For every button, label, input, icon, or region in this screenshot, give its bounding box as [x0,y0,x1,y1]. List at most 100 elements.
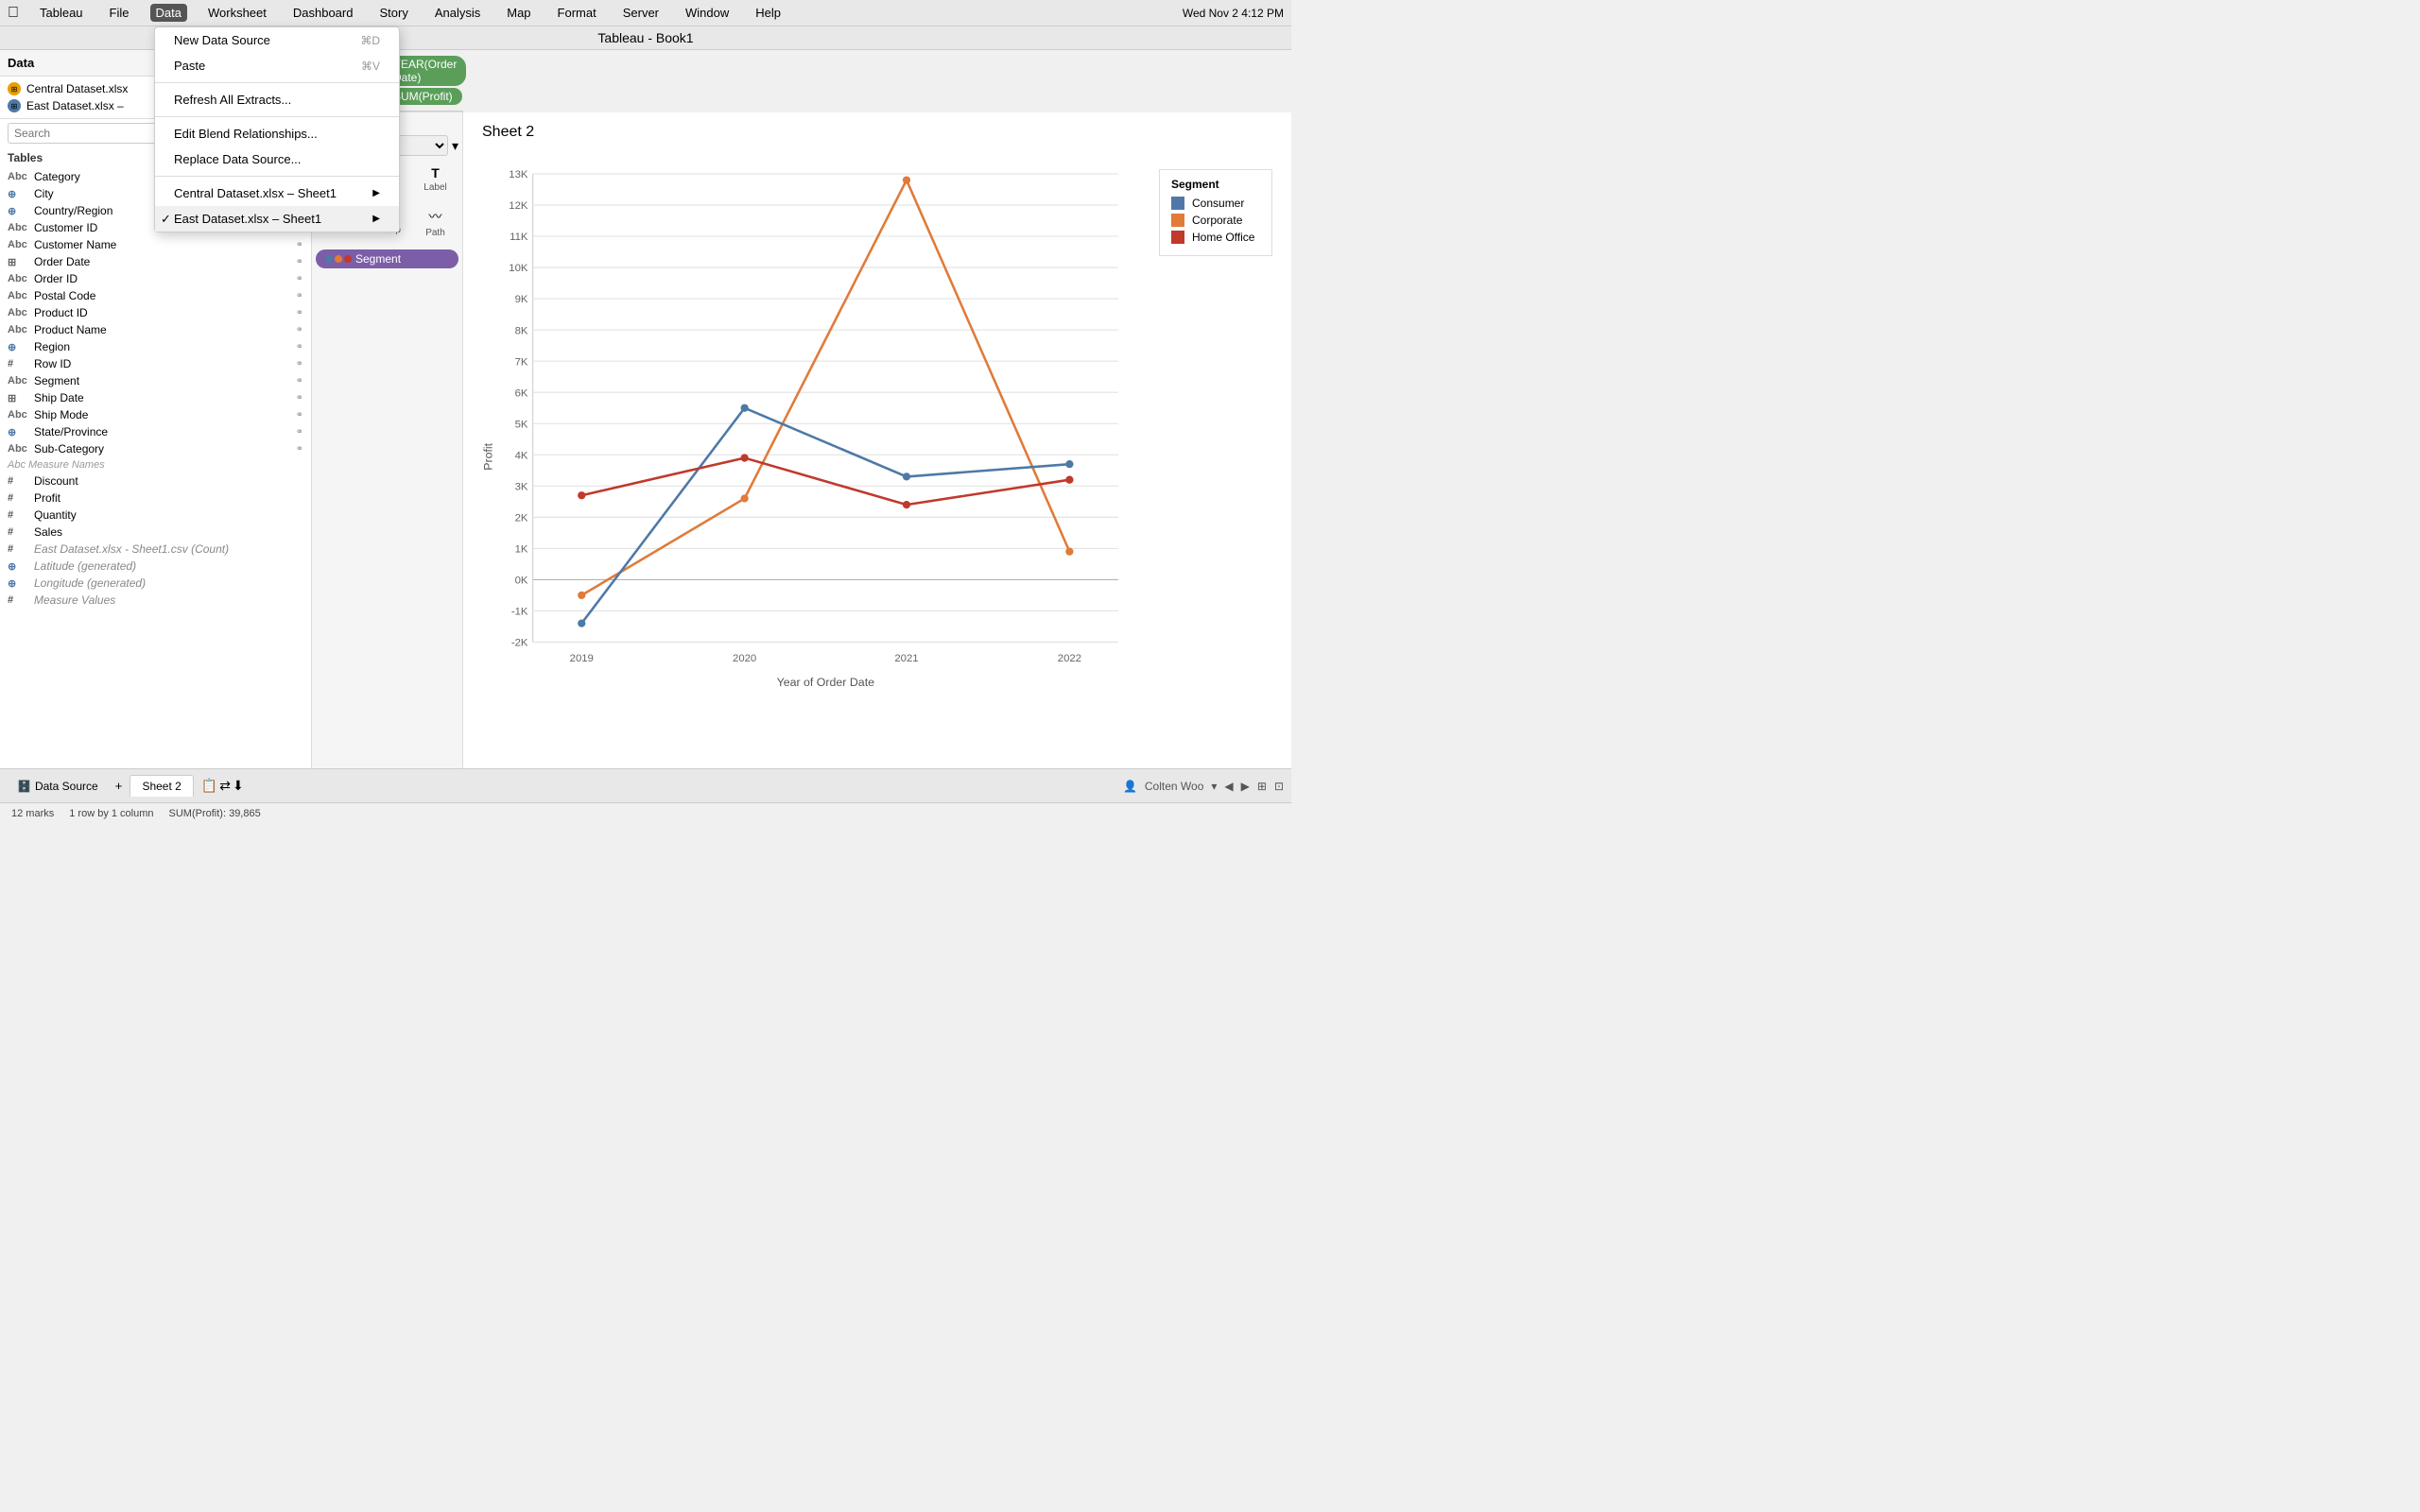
field-name-longitude: Longitude (generated) [34,576,303,590]
rows-cols: 1 row by 1 column [69,808,153,819]
menu-separator-3 [155,176,399,177]
field-name-latitude: Latitude (generated) [34,559,303,573]
db-icon: 🗄️ [17,780,31,793]
marks-label-button[interactable]: T Label [412,162,458,201]
svg-text:10K: 10K [509,263,528,274]
new-data-source-label: New Data Source [174,33,270,47]
field-type-country: ⊕ [8,205,28,217]
menu-edit-blend[interactable]: Edit Blend Relationships... [155,121,399,146]
field-region[interactable]: ⊕ Region ⚭ [0,338,311,355]
field-orderdate[interactable]: ⊞ Order Date ⚭ [0,253,311,270]
fit-button[interactable]: ⊡ [1274,780,1284,793]
user-dropdown-icon[interactable]: ▾ [1211,780,1217,793]
menu-map[interactable]: Map [501,4,536,22]
menu-data[interactable]: Data [150,4,187,22]
apple-menu[interactable]:  [8,5,19,22]
field-type-count: # [8,543,28,555]
field-state[interactable]: ⊕ State/Province ⚭ [0,423,311,440]
menu-dashboard[interactable]: Dashboard [287,4,359,22]
sheet-add-button[interactable]: 📋 [201,778,217,794]
corporate-point-2022[interactable] [1065,548,1073,556]
consumer-point-2022[interactable] [1065,460,1073,468]
field-longitude[interactable]: ⊕ Longitude (generated) [0,575,311,592]
datasource-tab[interactable]: 🗄️ Data Source [8,776,108,797]
chart-area: Sheet 2 Segment Consumer Corporate Home … [463,112,1291,768]
consumer-point-2021[interactable] [903,472,910,480]
menu-central-sheet[interactable]: Central Dataset.xlsx – Sheet1 ▶ [155,180,399,206]
field-orderid[interactable]: Abc Order ID ⚭ [0,270,311,287]
field-measurevalues[interactable]: # Measure Values [0,592,311,609]
field-name-productid: Product ID [34,306,290,319]
menu-window[interactable]: Window [680,4,735,22]
field-profit[interactable]: # Profit [0,490,311,507]
field-segment[interactable]: Abc Segment ⚭ [0,372,311,389]
field-type-productname: Abc [8,324,28,335]
edit-blend-label: Edit Blend Relationships... [174,127,318,141]
field-quantity[interactable]: # Quantity [0,507,311,524]
menu-file[interactable]: File [104,4,135,22]
menu-tableau[interactable]: Tableau [34,4,89,22]
field-name-sales: Sales [34,525,303,539]
consumer-point-2020[interactable] [741,404,749,412]
mac-menubar:  Tableau File Data Worksheet Dashboard … [0,0,1291,26]
sheet2-tab[interactable]: Sheet 2 [130,775,193,797]
field-name-rowid: Row ID [34,357,290,370]
menu-refresh-extracts[interactable]: Refresh All Extracts... [155,87,399,112]
field-shipmode[interactable]: Abc Ship Mode ⚭ [0,406,311,423]
sheet-swap-button[interactable]: ⇄ [219,778,231,794]
field-subcategory[interactable]: Abc Sub-Category ⚭ [0,440,311,457]
consumer-point-2019[interactable] [578,620,585,627]
field-link-rowid: ⚭ [296,359,303,369]
field-productid[interactable]: Abc Product ID ⚭ [0,304,311,321]
menu-story[interactable]: Story [373,4,413,22]
menu-format[interactable]: Format [552,4,602,22]
sheet-download-button[interactable]: ⬇ [233,778,244,794]
svg-text:2020: 2020 [733,653,756,664]
menu-analysis[interactable]: Analysis [429,4,486,22]
central-sheet-label: Central Dataset.xlsx – Sheet1 [174,186,337,200]
menu-east-sheet[interactable]: East Dataset.xlsx – Sheet1 ▶ [155,206,399,232]
field-productname[interactable]: Abc Product Name ⚭ [0,321,311,338]
field-customername[interactable]: Abc Customer Name ⚭ [0,236,311,253]
corporate-point-2020[interactable] [741,494,749,502]
corporate-point-2019[interactable] [578,592,585,599]
field-name-segment: Segment [34,374,290,387]
menu-worksheet[interactable]: Worksheet [202,4,272,22]
page-nav-left[interactable]: ◀ [1224,780,1233,793]
field-latitude[interactable]: ⊕ Latitude (generated) [0,558,311,575]
add-sheet-button[interactable]: + [112,777,127,795]
corporate-line [581,180,1069,595]
page-nav-right[interactable]: ▶ [1241,780,1250,793]
svg-text:7K: 7K [515,356,528,368]
field-type-shipdate: ⊞ [8,392,28,404]
corporate-point-2021[interactable] [903,176,910,183]
field-type-latitude: ⊕ [8,560,28,573]
menu-separator-1 [155,82,399,83]
central-submenu-arrow: ▶ [372,188,380,198]
menu-new-data-source[interactable]: New Data Source ⌘D [155,27,399,53]
homeoffice-point-2020[interactable] [741,454,749,461]
field-name-orderdate: Order Date [34,255,290,268]
field-discount[interactable]: # Discount [0,472,311,490]
homeoffice-point-2022[interactable] [1065,476,1073,484]
east-sheet-label: East Dataset.xlsx – Sheet1 [174,212,321,226]
homeoffice-point-2019[interactable] [578,491,585,499]
field-postalcode[interactable]: Abc Postal Code ⚭ [0,287,311,304]
segment-pill[interactable]: Segment [316,249,458,268]
marks-path-button[interactable]: 〰 Path [412,203,458,242]
field-name-count: East Dataset.xlsx - Sheet1.csv (Count) [34,542,303,556]
menu-server[interactable]: Server [617,4,665,22]
sheet-controls: 📋 ⇄ ⬇ [201,778,244,794]
field-count[interactable]: # East Dataset.xlsx - Sheet1.csv (Count) [0,541,311,558]
menu-replace-datasource[interactable]: Replace Data Source... [155,146,399,172]
svg-text:11K: 11K [510,232,528,243]
field-rowid[interactable]: # Row ID ⚭ [0,355,311,372]
menu-paste[interactable]: Paste ⌘V [155,53,399,78]
field-sales[interactable]: # Sales [0,524,311,541]
field-shipdate[interactable]: ⊞ Ship Date ⚭ [0,389,311,406]
menu-help[interactable]: Help [750,4,786,22]
homeoffice-point-2021[interactable] [903,501,910,508]
datasource-east-icon: ⊞ [8,99,21,112]
y-axis-label: Profit [481,442,494,470]
view-toggle[interactable]: ⊞ [1257,780,1267,793]
